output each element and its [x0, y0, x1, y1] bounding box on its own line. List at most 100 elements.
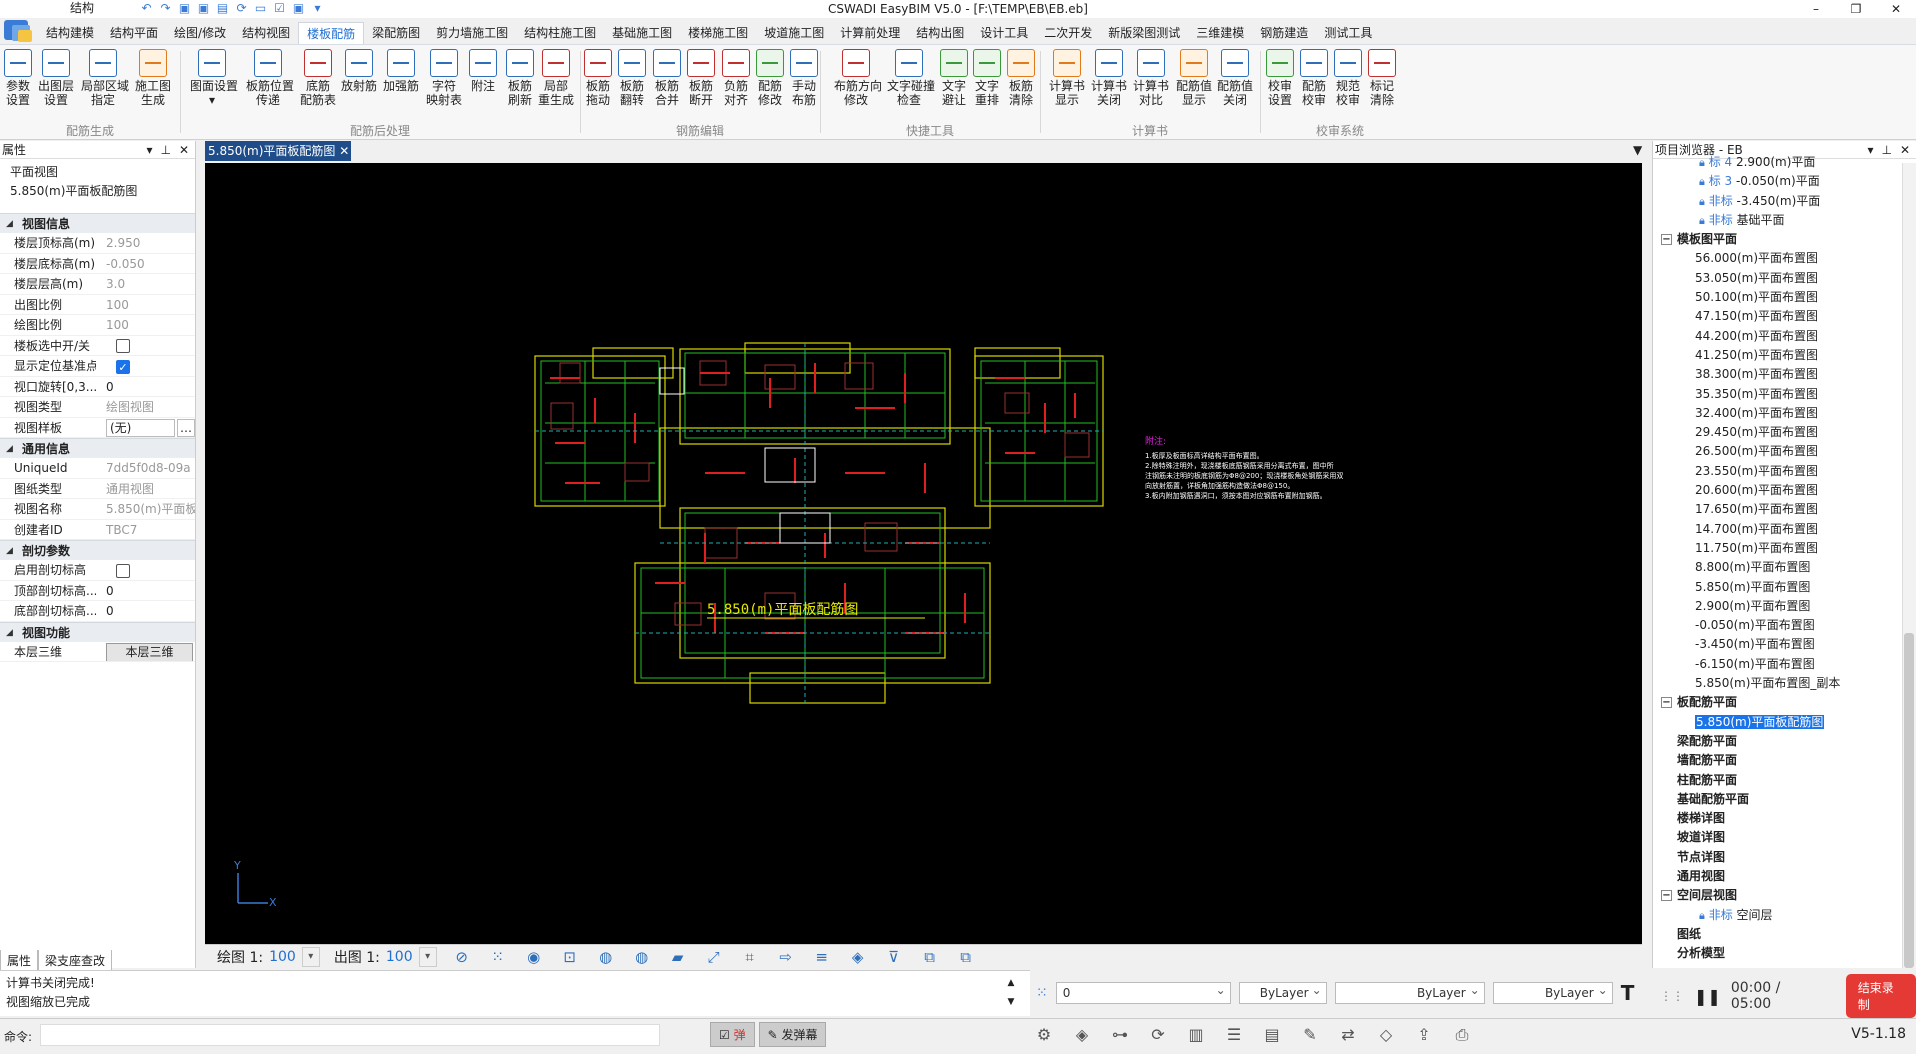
layer-select[interactable]: 0 [1055, 980, 1231, 1004]
tree-item-level[interactable]: 🔒︎ 标 4 2.900(m)平面 [1653, 153, 1916, 172]
grid-icon[interactable]: ⁙ [487, 948, 509, 966]
qat-module-combo[interactable]: 结构 [54, 1, 134, 16]
tree-group[interactable]: 图纸 [1653, 925, 1916, 944]
out-scale-dropdown-icon[interactable]: ▾ [418, 946, 437, 967]
bucket-icon[interactable]: ◍ [595, 948, 617, 966]
floor3d-button[interactable]: 本层三维 [106, 642, 193, 661]
redo-icon[interactable]: ↷ [159, 2, 172, 15]
tab-16[interactable]: 三维建模 [1188, 22, 1252, 44]
tree-item-slab-selected[interactable]: 5.850(m)平面板配筋图 [1653, 713, 1916, 732]
tree-item-formwork[interactable]: 5.850(m)平面布置图 [1653, 578, 1916, 597]
hierarchy-icon[interactable]: ⊶ [1108, 1022, 1132, 1048]
eye-icon[interactable]: ◉ [523, 948, 545, 966]
tree-item-formwork[interactable]: 29.450(m)平面布置图 [1653, 423, 1916, 442]
tree-item-formwork[interactable]: 41.250(m)平面布置图 [1653, 346, 1916, 365]
document-tab[interactable]: 5.850(m)平面板配筋图 ✕ [205, 141, 351, 161]
section-view-info[interactable]: 视图信息 [0, 213, 195, 234]
lineweight-select[interactable]: ByLayer [1492, 980, 1613, 1004]
tree-group[interactable]: 分析模型 [1653, 944, 1916, 963]
save-icon[interactable]: ▣ [178, 2, 191, 15]
tree-item-level[interactable]: 🔒︎ 非标 基础平面 [1653, 211, 1916, 230]
pen-icon[interactable]: ✎ [1298, 1022, 1322, 1048]
prop-draw-scale[interactable]: 绘图比例 100 [0, 315, 195, 336]
expand-icon[interactable]: ⤢ [703, 948, 725, 966]
ribbon-button-5[interactable]: 板筋位置 传递 [246, 49, 294, 107]
tree-group[interactable]: 墙配筋平面 [1653, 751, 1916, 770]
tree-group[interactable]: 梁配筋平面 [1653, 732, 1916, 751]
collapse-icon[interactable]: − [1661, 890, 1672, 902]
prop-view-name[interactable]: 视图名称 5.850(m)平面板 [0, 499, 195, 520]
scroll-down-icon[interactable]: ▼ [1004, 993, 1018, 1012]
prop-height[interactable]: 楼层层高(m) 3.0 [0, 274, 195, 295]
ribbon-button-3[interactable]: 施工图 生成 [131, 49, 175, 107]
prop-value[interactable]: 3.0 [96, 274, 195, 294]
prop-out-scale[interactable]: 出图比例 100 [0, 295, 195, 315]
section-view-func[interactable]: 视图功能 [0, 621, 195, 643]
tree-item-formwork[interactable]: 20.600(m)平面布置图 [1653, 481, 1916, 500]
prop-cut-enable[interactable]: 启用剖切标高 [0, 560, 195, 581]
ribbon-button-21[interactable]: 文字碰撞 检查 [887, 49, 935, 107]
prop-value[interactable]: -0.050 [96, 254, 195, 274]
tree-item-formwork[interactable]: 5.850(m)平面布置图_副本 [1653, 674, 1916, 693]
doc-icon[interactable]: ▭ [254, 2, 267, 15]
tree-item-formwork[interactable]: 32.400(m)平面布置图 [1653, 404, 1916, 423]
tab-properties[interactable]: 属性 [0, 950, 39, 972]
tree-item-formwork[interactable]: 14.700(m)平面布置图 [1653, 520, 1916, 539]
ribbon-button-33[interactable]: 标记 清除 [1360, 49, 1404, 107]
prop-floor3d[interactable]: 本层三维 本层三维 [0, 642, 195, 662]
prop-bot-cut[interactable]: 底部剖切标高... 0 [0, 601, 195, 622]
draw-scale-value[interactable]: 100 [269, 949, 296, 965]
check-icon[interactable]: ☑ [273, 2, 286, 15]
refresh-icon[interactable]: ⟳ [235, 2, 248, 15]
tree-group[interactable]: 楼梯详图 [1653, 809, 1916, 828]
ribbon-button-28[interactable]: 配筋值 显示 [1172, 49, 1216, 107]
ribbon-button-8[interactable]: 加强筋 [379, 49, 423, 93]
prop-top-elev[interactable]: 楼层顶标高(m) 2.950 [0, 233, 195, 254]
tree-item-formwork[interactable]: 11.750(m)平面布置图 [1653, 539, 1916, 558]
prop-bot-elev[interactable]: 楼层底标高(m) -0.050 [0, 254, 195, 274]
undo-icon[interactable]: ↶ [140, 2, 153, 15]
tree-item-formwork[interactable]: -6.150(m)平面布置图 [1653, 655, 1916, 674]
close-icon[interactable]: ✕ [1876, 0, 1916, 18]
ribbon-button-4[interactable]: 图面设置 ▾ [190, 49, 238, 107]
tab-7[interactable]: 结构柱施工图 [516, 22, 604, 44]
tree-item-formwork[interactable]: 26.500(m)平面布置图 [1653, 442, 1916, 461]
tab-5[interactable]: 梁配筋图 [364, 22, 428, 44]
prop-top-cut[interactable]: 顶部剖切标高... 0 [0, 581, 195, 601]
tree-item-level[interactable]: 🔒︎ 标 3 -0.050(m)平面 [1653, 172, 1916, 191]
crop-icon[interactable]: ⌗ [739, 948, 761, 966]
collapse-icon[interactable]: − [1661, 234, 1672, 246]
tab-10[interactable]: 坡道施工图 [756, 22, 832, 44]
tree-group[interactable]: 节点详图 [1653, 848, 1916, 867]
tree-group[interactable]: 坡道详图 [1653, 828, 1916, 847]
doc-tabs-menu-icon[interactable]: ▼ [1633, 143, 1642, 157]
prop-value[interactable]: 0 [96, 377, 195, 397]
tab-6[interactable]: 剪力墙施工图 [428, 22, 516, 44]
ribbon-button-1[interactable]: 出图层 设置 [34, 49, 78, 107]
cube-icon[interactable]: ◈ [847, 948, 869, 966]
pause-icon[interactable]: ❚❚ [1694, 987, 1721, 1006]
anchor-checkbox[interactable]: ✓ [116, 359, 130, 374]
browser-scrollbar[interactable] [1902, 163, 1916, 968]
tree-item-formwork[interactable]: -3.450(m)平面布置图 [1653, 635, 1916, 654]
layers-icon[interactable]: ◈ [1070, 1022, 1094, 1048]
dwg-icon[interactable]: ▤ [1260, 1022, 1284, 1048]
tab-11[interactable]: 计算前处理 [832, 22, 908, 44]
prop-slab-select[interactable]: 楼板选中开/关 [0, 336, 195, 356]
tree-item-formwork[interactable]: 8.800(m)平面布置图 [1653, 558, 1916, 577]
tree-group[interactable]: 柱配筋平面 [1653, 771, 1916, 790]
tree-item-formwork[interactable]: 50.100(m)平面布置图 [1653, 288, 1916, 307]
tree-item-formwork[interactable]: 35.350(m)平面布置图 [1653, 385, 1916, 404]
book-icon[interactable]: ▰ [667, 948, 689, 966]
tree-item-formwork[interactable]: 47.150(m)平面布置图 [1653, 307, 1916, 326]
tab-4[interactable]: 楼板配筋 [298, 22, 365, 44]
draw-scale-dropdown-icon[interactable]: ▾ [301, 946, 320, 967]
text-style-icon[interactable]: T [1621, 981, 1635, 1005]
tree-item-formwork[interactable]: 17.650(m)平面布置图 [1653, 500, 1916, 519]
tab-close-icon[interactable]: ✕ [339, 144, 349, 158]
panel-dropdown-icon[interactable]: ▾ [146, 141, 152, 158]
prop-value[interactable]: 100 [96, 315, 195, 335]
tree-item-formwork[interactable]: 44.200(m)平面布置图 [1653, 327, 1916, 346]
ribbon-button-20[interactable]: 布筋方向 修改 [834, 49, 882, 107]
prop-value[interactable]: 100 [96, 295, 195, 315]
